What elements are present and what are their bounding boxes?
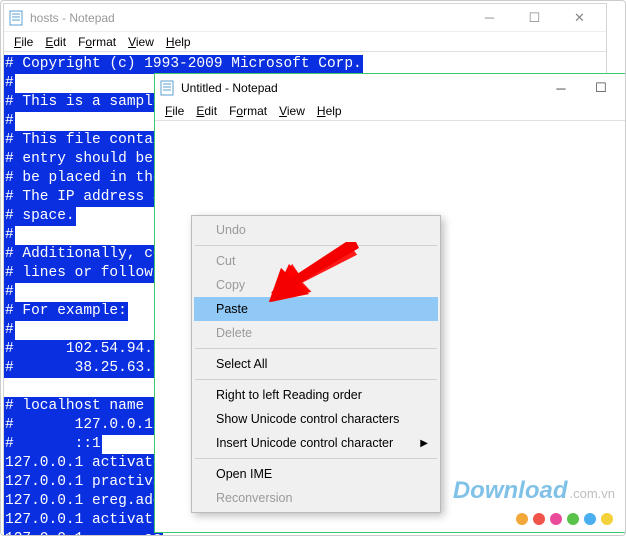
- minimize-button[interactable]: ─: [541, 75, 581, 101]
- menu-edit[interactable]: Edit: [190, 102, 223, 120]
- window-title: Untitled - Notepad: [181, 81, 541, 95]
- notepad-icon: [159, 80, 175, 96]
- separator: [195, 245, 437, 246]
- notepad-icon: [8, 10, 24, 26]
- ctx-undo[interactable]: Undo: [194, 218, 438, 242]
- text-line: # Copyright (c) 1993-2009 Microsoft Corp…: [4, 55, 606, 74]
- ctx-open-ime[interactable]: Open IME: [194, 462, 438, 486]
- menubar: File Edit Format View Help: [4, 32, 606, 51]
- dot-icon: [533, 513, 545, 525]
- menu-file[interactable]: File: [8, 33, 39, 51]
- ctx-paste[interactable]: Paste: [194, 297, 438, 321]
- maximize-button[interactable]: ☐: [512, 5, 557, 31]
- menu-help[interactable]: Help: [160, 33, 197, 51]
- watermark-dots: [516, 513, 613, 525]
- menubar: File Edit Format View Help: [155, 102, 625, 121]
- ctx-rtl[interactable]: Right to left Reading order: [194, 383, 438, 407]
- menu-help[interactable]: Help: [311, 102, 348, 120]
- menu-view[interactable]: View: [273, 102, 311, 120]
- minimize-button[interactable]: ─: [467, 5, 512, 31]
- dot-icon: [567, 513, 579, 525]
- context-menu: Undo Cut Copy Paste Delete Select All Ri…: [191, 215, 441, 513]
- dot-icon: [516, 513, 528, 525]
- ctx-delete[interactable]: Delete: [194, 321, 438, 345]
- watermark: Download.com.vn: [453, 477, 615, 505]
- ctx-show-unicode[interactable]: Show Unicode control characters: [194, 407, 438, 431]
- separator: [195, 379, 437, 380]
- dot-icon: [584, 513, 596, 525]
- chevron-right-icon: ▶: [420, 438, 428, 449]
- ctx-reconversion[interactable]: Reconversion: [194, 486, 438, 510]
- dot-icon: [550, 513, 562, 525]
- menu-format[interactable]: Format: [72, 33, 122, 51]
- window-title: hosts - Notepad: [30, 11, 467, 25]
- menu-view[interactable]: View: [122, 33, 160, 51]
- separator: [195, 458, 437, 459]
- menu-format[interactable]: Format: [223, 102, 273, 120]
- titlebar: hosts - Notepad ─ ☐ ✕: [4, 4, 606, 32]
- menu-file[interactable]: File: [159, 102, 190, 120]
- ctx-insert-unicode-label: Insert Unicode control character: [216, 436, 393, 450]
- menu-edit[interactable]: Edit: [39, 33, 72, 51]
- ctx-select-all[interactable]: Select All: [194, 352, 438, 376]
- dot-icon: [601, 513, 613, 525]
- separator: [195, 348, 437, 349]
- close-button[interactable]: ✕: [557, 5, 602, 31]
- ctx-cut[interactable]: Cut: [194, 249, 438, 273]
- ctx-copy[interactable]: Copy: [194, 273, 438, 297]
- maximize-button[interactable]: ☐: [581, 75, 621, 101]
- watermark-suffix: .com.vn: [569, 486, 615, 501]
- titlebar: Untitled - Notepad ─ ☐: [155, 74, 625, 102]
- watermark-brand: Download: [453, 477, 568, 504]
- ctx-insert-unicode[interactable]: Insert Unicode control character ▶: [194, 431, 438, 455]
